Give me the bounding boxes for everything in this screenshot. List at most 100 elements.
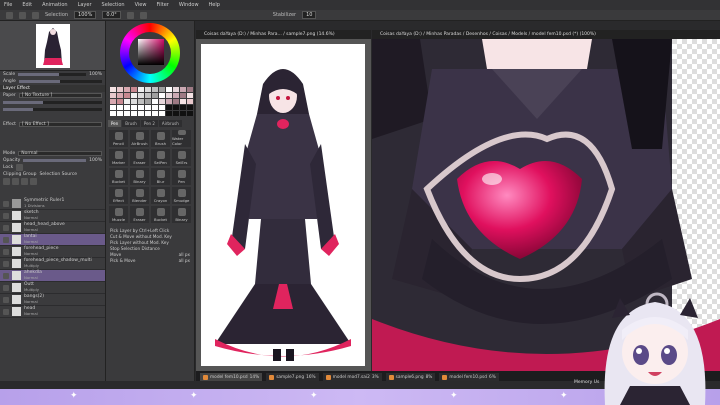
- color-swatch[interactable]: [166, 99, 172, 104]
- color-swatch[interactable]: [152, 105, 158, 110]
- tool-button[interactable]: Bucket: [151, 206, 170, 223]
- tool-button[interactable]: Pen: [172, 168, 191, 185]
- color-swatch[interactable]: [110, 99, 116, 104]
- eye-icon[interactable]: [3, 272, 9, 279]
- color-swatch[interactable]: [124, 111, 130, 116]
- eye-icon[interactable]: [3, 212, 9, 219]
- tool-button[interactable]: Binary: [172, 206, 191, 223]
- merge-icon[interactable]: [21, 178, 28, 185]
- color-swatch[interactable]: [152, 111, 158, 116]
- color-swatch[interactable]: [117, 105, 123, 110]
- tool-button[interactable]: Muzzle: [109, 206, 128, 223]
- color-swatch[interactable]: [138, 99, 144, 104]
- color-swatch[interactable]: [159, 111, 165, 116]
- color-swatch[interactable]: [131, 99, 137, 104]
- zoom-field[interactable]: 100%: [74, 11, 97, 19]
- color-swatch[interactable]: [145, 93, 151, 98]
- color-swatch[interactable]: [159, 99, 165, 104]
- clipping-group-checkbox[interactable]: Clipping Group: [3, 172, 36, 177]
- deselect-icon[interactable]: [32, 11, 39, 19]
- color-swatch[interactable]: [110, 87, 116, 92]
- color-swatch[interactable]: [180, 111, 186, 116]
- menu-filter[interactable]: Filter: [156, 2, 168, 8]
- color-swatch[interactable]: [187, 99, 193, 104]
- color-swatch[interactable]: [145, 111, 151, 116]
- color-swatch[interactable]: [173, 99, 179, 104]
- tab-pen-2[interactable]: Pen 2: [140, 120, 158, 127]
- eye-icon[interactable]: [3, 236, 9, 243]
- menu-file[interactable]: File: [4, 2, 12, 8]
- eye-icon[interactable]: [3, 260, 9, 267]
- tool-button[interactable]: AirBrush: [130, 130, 149, 147]
- tab-airbrush[interactable]: Airbrush: [158, 120, 182, 127]
- new-folder-icon[interactable]: [12, 178, 19, 185]
- document-title[interactable]: Coisas daYaya (D:) / Minhas Para... / sa…: [196, 30, 371, 39]
- navigator[interactable]: [0, 21, 105, 71]
- color-swatch[interactable]: [187, 93, 193, 98]
- saturation-value-square[interactable]: [138, 39, 164, 65]
- color-swatch[interactable]: [187, 87, 193, 92]
- tool-button[interactable]: Bucket: [109, 168, 128, 185]
- color-swatch[interactable]: [166, 93, 172, 98]
- color-swatch[interactable]: [131, 87, 137, 92]
- tool-button[interactable]: Brush: [151, 130, 170, 147]
- tool-button[interactable]: SelErs: [172, 149, 191, 166]
- color-swatch[interactable]: [138, 105, 144, 110]
- menu-view[interactable]: View: [135, 2, 147, 8]
- tab-brush[interactable]: Brush: [122, 120, 140, 127]
- effect-select[interactable]: [ No Effect ]: [18, 122, 102, 127]
- color-swatch[interactable]: [117, 87, 123, 92]
- color-swatch[interactable]: [187, 105, 193, 110]
- color-swatch[interactable]: [173, 105, 179, 110]
- mode-select[interactable]: Normal: [18, 151, 102, 156]
- pick-move-value[interactable]: all px: [179, 258, 190, 264]
- color-swatch[interactable]: [145, 87, 151, 92]
- tab-pen[interactable]: Pen: [108, 120, 122, 127]
- color-swatch[interactable]: [180, 105, 186, 110]
- color-swatch[interactable]: [138, 111, 144, 116]
- color-swatch[interactable]: [173, 93, 179, 98]
- layer-item[interactable]: Symmetric Ruler1 1 Divisions: [0, 198, 105, 210]
- menu-window[interactable]: Window: [179, 2, 199, 8]
- trash-icon[interactable]: [30, 178, 37, 185]
- menu-selection[interactable]: Selection: [102, 2, 125, 8]
- color-swatch[interactable]: [166, 87, 172, 92]
- color-swatch[interactable]: [131, 105, 137, 110]
- color-swatch[interactable]: [131, 111, 137, 116]
- color-swatch[interactable]: [117, 111, 123, 116]
- color-swatch[interactable]: [180, 93, 186, 98]
- color-swatch[interactable]: [180, 99, 186, 104]
- angle-field[interactable]: 0.0°: [102, 11, 121, 19]
- color-swatch[interactable]: [173, 111, 179, 116]
- scale-slider[interactable]: [18, 73, 87, 76]
- menu-layer[interactable]: Layer: [78, 2, 92, 8]
- color-swatch[interactable]: [152, 99, 158, 104]
- color-swatch[interactable]: [152, 93, 158, 98]
- lock-icon[interactable]: [16, 164, 24, 171]
- color-swatch[interactable]: [124, 99, 130, 104]
- paper-scale-slider[interactable]: [3, 101, 102, 104]
- eye-icon[interactable]: [3, 284, 9, 291]
- stabilizer-field[interactable]: 10: [302, 11, 317, 19]
- color-swatch[interactable]: [117, 99, 123, 104]
- swatch-palette[interactable]: [110, 87, 193, 116]
- document-title[interactable]: Coisas daYaya (D:) / Minhas Paradas / De…: [372, 30, 720, 39]
- color-swatch[interactable]: [145, 99, 151, 104]
- paper-select[interactable]: [ No Texture ]: [18, 93, 102, 98]
- color-swatch[interactable]: [131, 93, 137, 98]
- new-layer-icon[interactable]: [3, 178, 10, 185]
- rotate-icon[interactable]: [139, 11, 147, 19]
- color-swatch[interactable]: [159, 87, 165, 92]
- tool-button[interactable]: Blur: [151, 168, 170, 185]
- angle-slider[interactable]: [18, 80, 102, 83]
- eye-icon[interactable]: [3, 248, 9, 255]
- tool-button[interactable]: Binary: [130, 168, 149, 185]
- tool-button[interactable]: Effect: [109, 187, 128, 204]
- color-swatch[interactable]: [110, 105, 116, 110]
- tool-button[interactable]: SelPen: [151, 149, 170, 166]
- layer-item[interactable]: head Normal: [0, 306, 105, 318]
- layer-item[interactable]: Outt Multiply: [0, 282, 105, 294]
- tool-button[interactable]: Eraser: [130, 149, 149, 166]
- tool-button[interactable]: Pencil: [109, 130, 128, 147]
- canvas[interactable]: [201, 44, 365, 366]
